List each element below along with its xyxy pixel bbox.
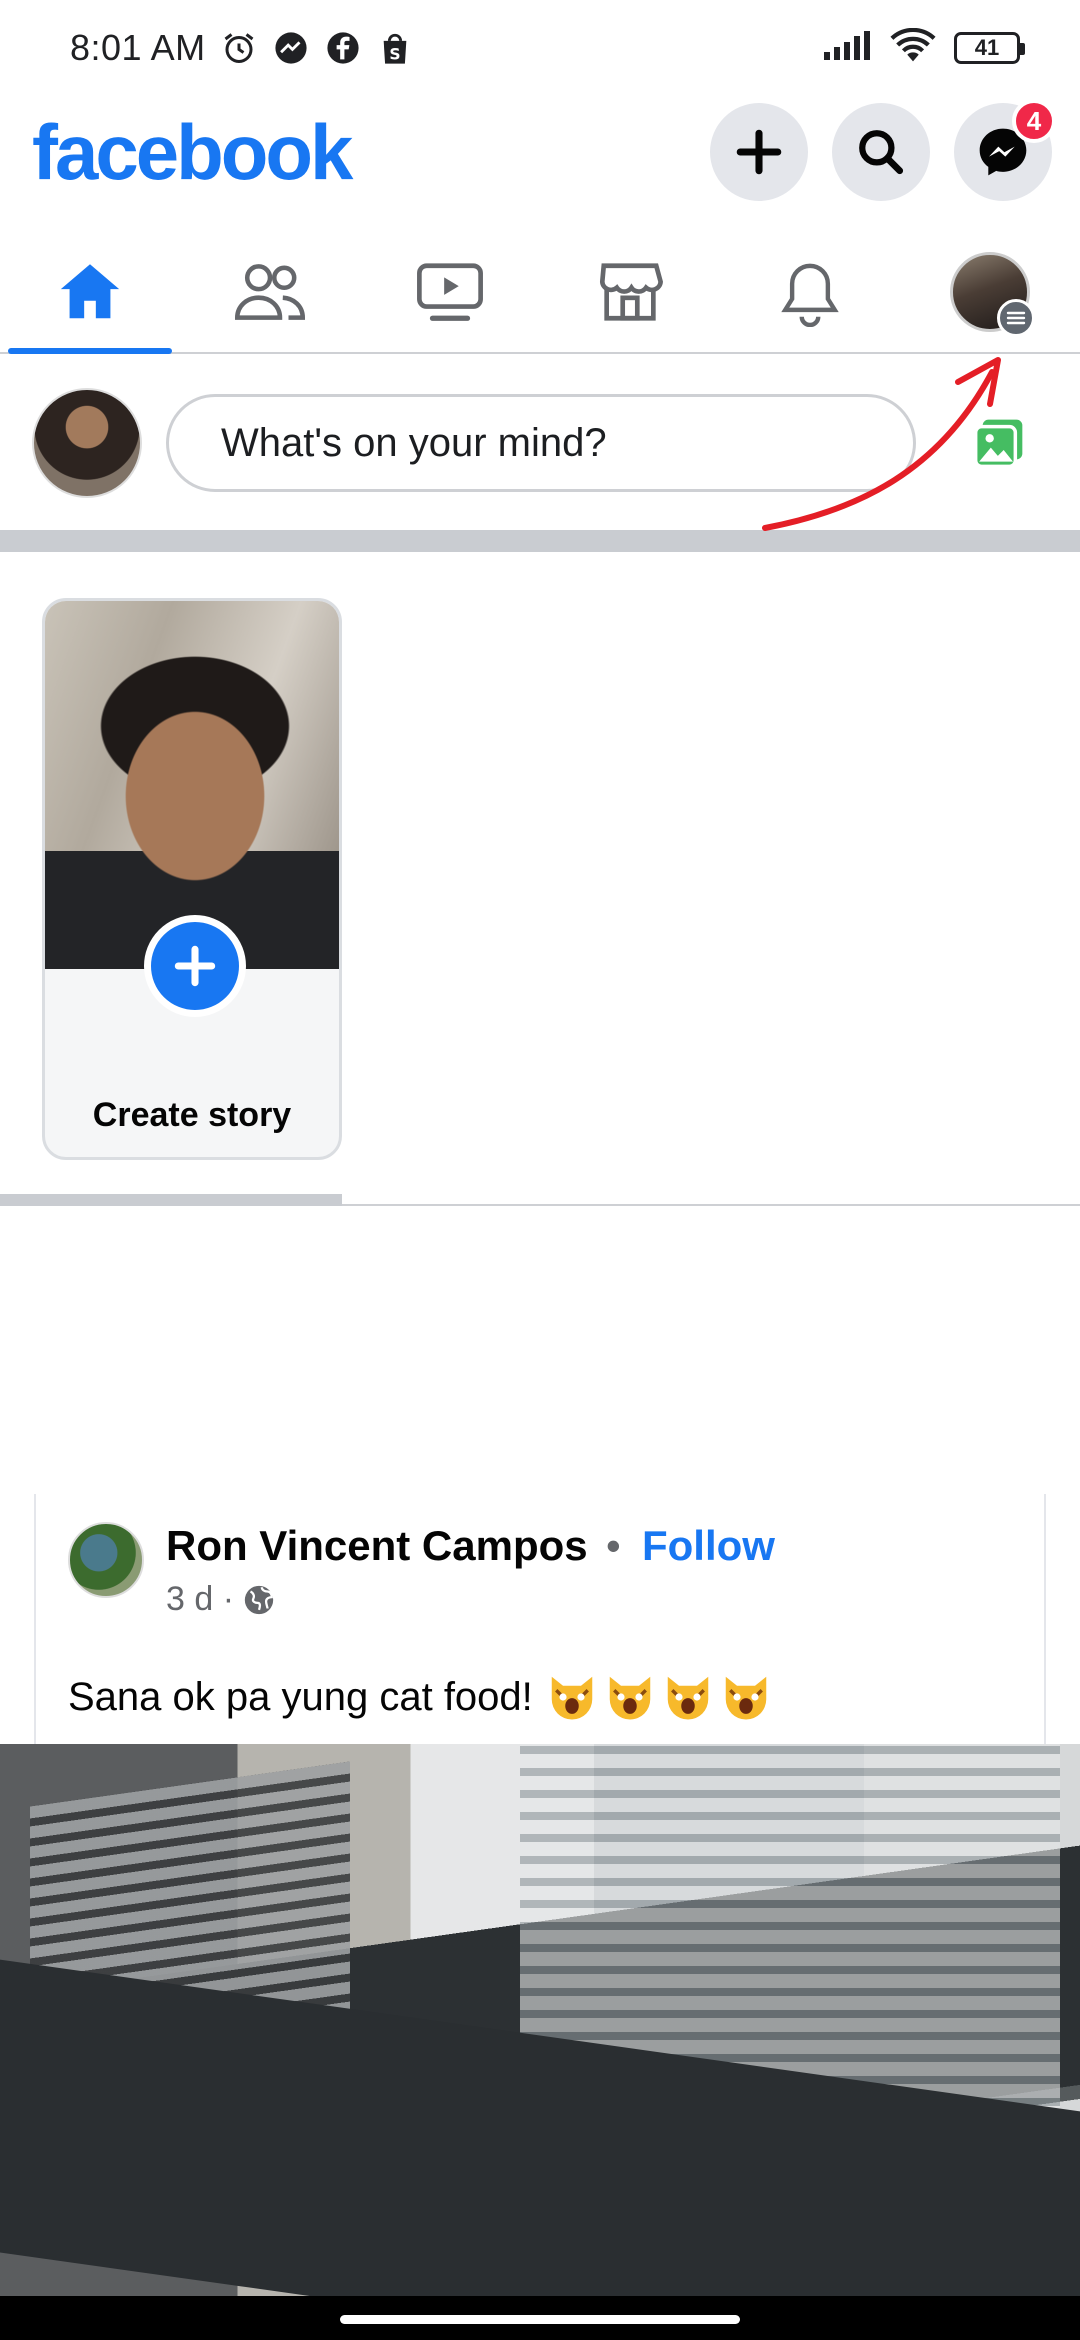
- facebook-icon: [324, 29, 362, 67]
- emoji-row: [545, 1670, 773, 1724]
- plus-icon: [736, 129, 782, 175]
- svg-text:S: S: [389, 45, 400, 63]
- weary-cat-emoji-icon: [609, 1676, 651, 1720]
- battery-icon: 41: [954, 32, 1025, 64]
- story-profile-photo: [45, 601, 339, 969]
- user-avatar[interactable]: [32, 388, 142, 498]
- whats-on-your-mind-input[interactable]: What's on your mind?: [166, 394, 916, 492]
- tab-home[interactable]: [0, 232, 180, 354]
- tab-friends[interactable]: [180, 232, 360, 352]
- facebook-logo[interactable]: facebook: [32, 107, 353, 198]
- status-bar: 8:01 AM S 41: [0, 0, 1080, 96]
- post-meta: 3 d ·: [166, 1580, 276, 1619]
- app-header: facebook 4: [0, 96, 1080, 208]
- stories-tray: Create story: [0, 552, 1080, 1206]
- video-icon: [417, 263, 483, 321]
- section-divider: [0, 530, 1080, 552]
- create-story-label: Create story: [92, 1096, 292, 1134]
- photo-button[interactable]: [968, 412, 1030, 474]
- follow-button[interactable]: Follow: [642, 1522, 775, 1570]
- weary-cat-emoji-icon: [725, 1676, 767, 1720]
- header-actions: 4: [710, 99, 1056, 201]
- post-text: Sana ok pa yung cat food!: [68, 1670, 773, 1724]
- battery-level: 41: [974, 35, 1000, 60]
- tab-notifications[interactable]: [720, 232, 900, 352]
- alarm-icon: [220, 29, 258, 67]
- messenger-icon: [272, 29, 310, 67]
- create-story-card[interactable]: Create story: [42, 598, 342, 1160]
- create-button[interactable]: [710, 103, 808, 201]
- wifi-icon: [890, 27, 936, 69]
- status-time: 8:01 AM: [70, 27, 206, 68]
- friends-icon: [234, 264, 306, 320]
- messenger-badge: 4: [1012, 99, 1056, 143]
- signal-icon: [822, 30, 872, 67]
- globe-icon: [244, 1585, 274, 1614]
- weary-cat-emoji-icon: [551, 1676, 593, 1720]
- stories-divider-left: [0, 1194, 342, 1206]
- marketplace-icon: [599, 263, 663, 321]
- weary-cat-emoji-icon: [667, 1676, 709, 1720]
- shopee-icon: S: [376, 29, 414, 67]
- feed-post: Ron Vincent Campos • Follow 3 d · Sana o…: [34, 1494, 1046, 1744]
- search-button[interactable]: [832, 103, 930, 201]
- plus-icon: [174, 945, 216, 987]
- post-time[interactable]: 3 d ·: [166, 1580, 234, 1619]
- status-notification-icons: S: [220, 29, 414, 67]
- tab-menu-profile[interactable]: [900, 232, 1080, 352]
- add-story-button[interactable]: [144, 915, 246, 1017]
- search-icon: [859, 130, 904, 175]
- photo-icon: [973, 419, 1023, 469]
- messenger-button[interactable]: 4: [954, 99, 1056, 201]
- post-composer: What's on your mind?: [0, 356, 1080, 530]
- tab-marketplace[interactable]: [540, 232, 720, 352]
- tab-watch[interactable]: [360, 232, 540, 352]
- post-author-name[interactable]: Ron Vincent Campos: [166, 1522, 588, 1570]
- bell-icon: [781, 263, 839, 327]
- post-author-avatar[interactable]: [68, 1522, 144, 1598]
- post-separator: •: [606, 1522, 621, 1569]
- post-photo[interactable]: [0, 1744, 1080, 2296]
- main-tab-bar: [0, 232, 1080, 354]
- profile-avatar: [950, 252, 1035, 337]
- home-gesture-handle[interactable]: [340, 2315, 740, 2324]
- status-system-icons: 41: [822, 27, 1025, 69]
- home-icon: [60, 264, 120, 319]
- menu-icon: [997, 299, 1035, 337]
- stories-divider-right: [342, 1204, 1080, 1206]
- post-caption: Sana ok pa yung cat food!: [68, 1674, 533, 1719]
